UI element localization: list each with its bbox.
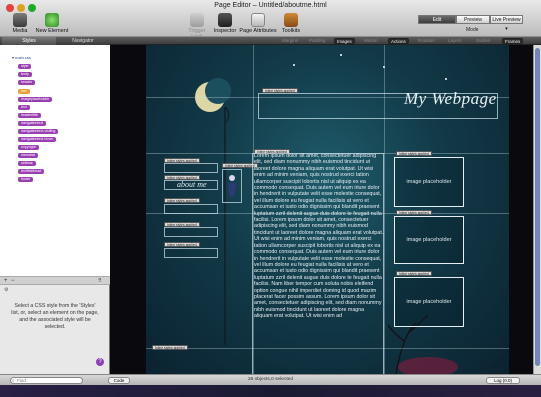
- inspector-button[interactable]: Inspector: [213, 13, 237, 34]
- sidebar: Styles Navigator ▾ main.css style body h…: [0, 37, 110, 374]
- star-shape: [340, 54, 342, 56]
- inline-style-badge: Inline styles applied: [164, 242, 200, 247]
- log-button[interactable]: Log (0.0): [486, 377, 520, 384]
- style-item[interactable]: body: [18, 72, 32, 77]
- image-placeholder[interactable]: image placeholder: [394, 277, 464, 327]
- mode-label: Mode: [466, 27, 479, 33]
- page-attributes-button[interactable]: Page Attributes: [238, 13, 278, 34]
- style-item[interactable]: footer: [18, 177, 34, 182]
- toolkits-label: Toolkits: [281, 28, 301, 34]
- character-figure: [228, 175, 236, 197]
- style-item[interactable]: sidebar: [18, 161, 36, 166]
- style-item[interactable]: navigationtext-visiting: [18, 129, 59, 134]
- inline-style-badge: Inline styles applied: [396, 151, 432, 156]
- mode-edit-button[interactable]: Edit: [418, 15, 456, 24]
- style-item[interactable]: style: [18, 64, 32, 69]
- style-item[interactable]: header: [18, 80, 36, 85]
- toolkit-icon: [284, 13, 298, 27]
- rotation-toggle[interactable]: Rotation: [416, 38, 437, 44]
- help-icon[interactable]: ?: [96, 358, 104, 366]
- mode-preview-button[interactable]: Preview: [456, 15, 490, 24]
- moon-shadow: [205, 78, 231, 104]
- page-canvas[interactable]: Inline styles applied My Webpage Inline …: [110, 45, 541, 374]
- nav-link-box[interactable]: [164, 163, 218, 173]
- media-button[interactable]: Media: [8, 13, 32, 34]
- css-file-item[interactable]: ▾ main.css: [12, 55, 31, 60]
- webpage-preview: Inline styles applied My Webpage Inline …: [146, 45, 509, 374]
- toolkits-button[interactable]: Toolkits: [279, 13, 303, 34]
- window-title: Page Editor – Untitled/aboutme.html: [214, 2, 327, 9]
- vertical-scrollbar[interactable]: [533, 45, 541, 374]
- actions-toggle[interactable]: Actions: [388, 38, 409, 44]
- margins-toggle[interactable]: Margins: [280, 38, 300, 44]
- remove-style-button[interactable]: −: [11, 277, 15, 285]
- nav-link-box[interactable]: [164, 204, 218, 214]
- style-help-text: Select a CSS style from the 'Styles' lis…: [11, 303, 99, 330]
- scrollbar-thumb[interactable]: [535, 48, 540, 366]
- inline-style-badge: Inline styles applied: [396, 210, 432, 215]
- image-placeholder[interactable]: image placeholder: [394, 157, 464, 207]
- sidebar-tabs: Styles Navigator: [0, 37, 110, 45]
- style-item[interactable]: textfieldhead: [18, 169, 45, 174]
- mode-live-preview-button[interactable]: Live Preview ▾: [490, 15, 523, 32]
- layers-toggle[interactable]: Layers: [446, 38, 464, 44]
- nav-script-text: about me: [177, 180, 207, 189]
- desktop-background: [0, 385, 541, 397]
- style-item[interactable]: imageplaceholder: [18, 97, 53, 102]
- status-bar: ⌕ Find Code 26 objects,0 selected Log (0…: [0, 374, 541, 385]
- style-item-selected[interactable]: nav: [18, 89, 30, 94]
- app-window: Page Editor – Untitled/aboutme.html Medi…: [0, 0, 541, 397]
- nav-link-box[interactable]: [164, 248, 218, 258]
- plus-icon: [45, 13, 59, 27]
- page-attributes-label: Page Attributes: [239, 28, 277, 34]
- gear-icon[interactable]: ⚙: [4, 287, 8, 293]
- page-attributes-icon: [251, 13, 265, 27]
- style-item[interactable]: headertitle: [18, 113, 41, 118]
- image-placeholder[interactable]: image placeholder: [394, 216, 464, 264]
- star-shape: [445, 78, 447, 80]
- motion-toggle[interactable]: Motion: [362, 38, 380, 44]
- frames-toggle[interactable]: Frames: [502, 38, 524, 44]
- split-handle-icon[interactable]: ⠿: [98, 277, 102, 285]
- inline-style-badge: Inline styles applied: [396, 271, 432, 276]
- sidebar-divider-bar: + − ⠿: [0, 277, 110, 285]
- css-file-label: main.css: [15, 55, 31, 60]
- style-item[interactable]: text: [18, 105, 30, 110]
- star-shape: [293, 64, 295, 66]
- tab-styles[interactable]: Styles: [2, 37, 56, 45]
- inline-style-badge: Inline styles applied: [164, 198, 200, 203]
- lock-icon: [190, 13, 204, 27]
- images-toggle[interactable]: Images: [334, 38, 355, 44]
- house-glow: [398, 357, 458, 374]
- trigger-lock-button[interactable]: Trigger Lock: [182, 13, 212, 40]
- add-style-button[interactable]: +: [4, 277, 8, 285]
- styles-list: ▾ main.css style body header nav imagepl…: [0, 45, 110, 277]
- style-item[interactable]: copyright: [18, 145, 39, 150]
- character-image-box[interactable]: [222, 169, 242, 203]
- object-count-status: 26 objects,0 selected: [247, 377, 294, 382]
- tab-navigator[interactable]: Navigator: [56, 37, 110, 45]
- header-title[interactable]: My Webpage: [404, 89, 497, 109]
- guides-toggle[interactable]: Guides: [474, 38, 492, 44]
- style-item[interactable]: navigationtext: [18, 121, 47, 126]
- inspector-label: Inspector: [213, 28, 237, 34]
- new-element-button[interactable]: New Element: [34, 13, 70, 34]
- style-item[interactable]: navigationtext-hover: [18, 137, 57, 142]
- nav-link-box[interactable]: about me: [164, 180, 218, 190]
- media-icon: [13, 13, 27, 27]
- main-body-text[interactable]: Lorem ipsum dolor sit amet, consectetuer…: [254, 153, 384, 374]
- new-element-label: New Element: [35, 28, 69, 34]
- media-label: Media: [12, 28, 28, 34]
- nav-link-box[interactable]: [164, 227, 218, 237]
- style-item[interactable]: menubar: [18, 153, 39, 158]
- inspector-icon: [218, 13, 232, 27]
- canvas-option-bar: Margins Padding Images Motion Actions Ro…: [110, 37, 541, 45]
- title-bar: Page Editor – Untitled/aboutme.html Medi…: [0, 0, 541, 40]
- inline-style-badge: Inline styles applied: [152, 345, 188, 350]
- padding-toggle[interactable]: Padding: [307, 38, 328, 44]
